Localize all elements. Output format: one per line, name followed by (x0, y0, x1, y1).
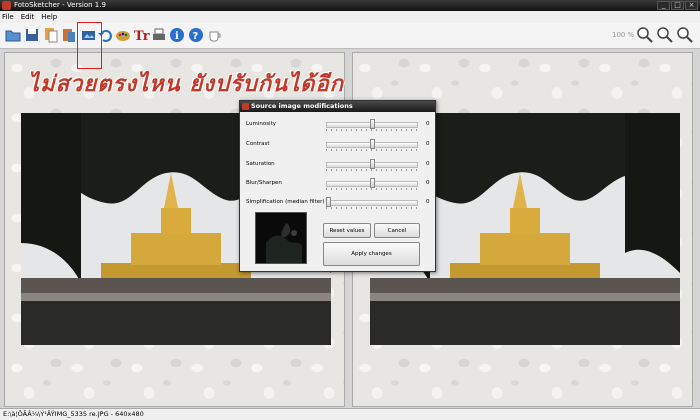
paste-image-icon[interactable] (60, 26, 78, 44)
toolbar: Tr i ? 100 % (0, 23, 700, 49)
reset-values-button[interactable]: Reset values (323, 223, 371, 238)
simplification-row: Simplification (median filter) 0 (246, 196, 431, 210)
saturation-value: 0 (426, 161, 430, 167)
cancel-button[interactable]: Cancel (374, 223, 420, 238)
coffee-cup-icon[interactable] (206, 26, 224, 44)
saturation-label: Saturation (246, 161, 275, 167)
svg-text:?: ? (193, 31, 199, 42)
blur-sharpen-slider-thumb[interactable] (369, 178, 375, 188)
status-bar: E:\à¦ÔÃÂ¼\Ý¹ÃŸIMG_5335 re.JPG - 640x480 (0, 408, 700, 420)
save-icon[interactable] (23, 26, 41, 44)
contrast-slider-thumb[interactable] (369, 139, 375, 149)
luminosity-value: 0 (426, 121, 430, 127)
blur-sharpen-value: 0 (426, 180, 430, 186)
simplification-slider[interactable] (326, 200, 418, 206)
simplification-slider-thumb[interactable] (326, 197, 331, 207)
title-bar: FotoSketcher - Version 1.9 _ □ × (0, 0, 700, 11)
simplification-label: Simplification (median filter) (246, 199, 325, 205)
app-icon (2, 1, 11, 10)
blur-sharpen-row: Blur/Sharpen 0 (246, 177, 431, 191)
apply-changes-button[interactable]: Apply changes (323, 242, 420, 266)
svg-text:Tr: Tr (134, 29, 150, 44)
close-button[interactable]: × (685, 1, 698, 10)
luminosity-label: Luminosity (246, 121, 276, 127)
print-icon[interactable] (150, 26, 168, 44)
slider-ticks (326, 169, 418, 171)
blur-sharpen-label: Blur/Sharpen (246, 180, 282, 186)
zoom-out-icon[interactable] (676, 26, 694, 44)
preview-thumbnail (255, 212, 307, 264)
slider-ticks (326, 207, 418, 209)
svg-text:i: i (175, 31, 179, 42)
zoom-fit-icon[interactable] (656, 26, 674, 44)
file-path-status: E:\à¦ÔÃÂ¼\Ý¹ÃŸIMG_5335 re.JPG - 640x480 (3, 410, 144, 418)
menu-bar: File Edit Help (0, 11, 700, 23)
window-title: FotoSketcher - Version 1.9 (14, 1, 106, 9)
menu-edit[interactable]: Edit (21, 13, 35, 21)
luminosity-row: Luminosity 0 (246, 118, 431, 132)
annotation-text: ไม่สวยตรงไหน ยังปรับกันได้อีก (28, 71, 344, 97)
text-tool-icon[interactable]: Tr (132, 26, 150, 44)
menu-file[interactable]: File (2, 13, 14, 21)
toolbar-highlight-box (77, 22, 102, 69)
minimize-button[interactable]: _ (657, 1, 670, 10)
slider-ticks (326, 188, 418, 190)
saturation-slider-thumb[interactable] (369, 159, 375, 169)
simplification-value: 0 (426, 199, 430, 205)
dialog-app-icon (242, 103, 249, 110)
dialog-title-bar[interactable]: Source image modifications (240, 101, 435, 112)
zoom-level: 100 % (612, 31, 635, 39)
palette-icon[interactable] (114, 26, 132, 44)
slider-ticks (326, 129, 418, 131)
dialog-title: Source image modifications (251, 102, 353, 110)
maximize-button[interactable]: □ (671, 1, 684, 10)
contrast-value: 0 (426, 141, 430, 147)
info-icon[interactable]: i (168, 26, 186, 44)
contrast-label: Contrast (246, 141, 270, 147)
help-icon[interactable]: ? (187, 26, 205, 44)
open-folder-icon[interactable] (4, 26, 22, 44)
saturation-row: Saturation 0 (246, 158, 431, 172)
source-image-modifications-dialog: Source image modifications Luminosity 0 … (239, 100, 436, 272)
contrast-row: Contrast 0 (246, 138, 431, 152)
zoom-in-icon[interactable] (636, 26, 654, 44)
copy-image-icon[interactable] (42, 26, 60, 44)
menu-help[interactable]: Help (41, 13, 57, 21)
luminosity-slider-thumb[interactable] (369, 119, 375, 129)
slider-ticks (326, 149, 418, 151)
